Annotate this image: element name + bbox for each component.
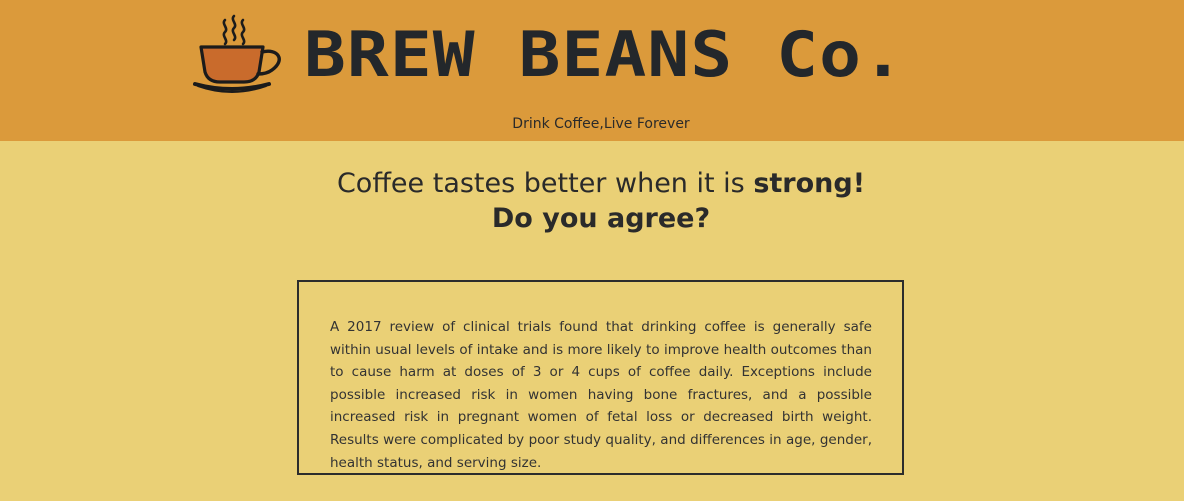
headline-emphasis: strong! [753,168,866,199]
info-box: A 2017 review of clinical trials found t… [297,280,904,475]
headline-question: Do you agree? [491,203,711,234]
tagline: Drink Coffee,Live Forever [512,116,690,132]
info-paragraph: A 2017 review of clinical trials found t… [330,319,872,471]
brand-title: BREW BEANS Co. [304,18,905,91]
site-header: BREW BEANS Co. Drink Coffee,Live Forever [0,0,1184,141]
coffee-cup-icon [193,14,281,93]
headline-text: Coffee tastes better when it is [336,168,754,199]
headline: Coffee tastes better when it is strong! … [0,166,1184,236]
